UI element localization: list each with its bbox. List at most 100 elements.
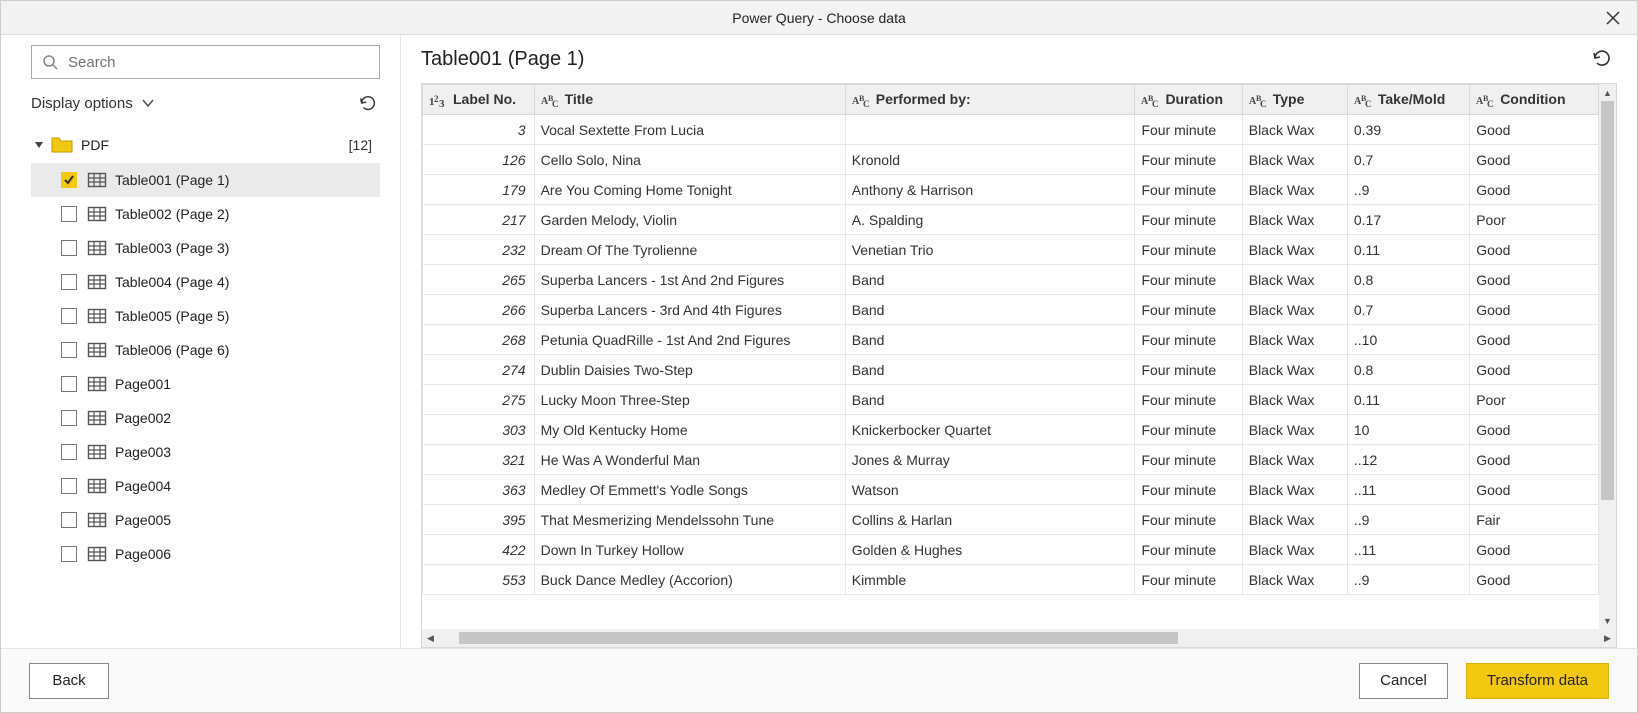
tree-item[interactable]: Table002 (Page 2) <box>31 197 380 231</box>
cell: Jones & Murray <box>845 445 1135 475</box>
cell: Golden & Hughes <box>845 535 1135 565</box>
search-input-wrapper[interactable] <box>31 45 380 79</box>
back-button[interactable]: Back <box>29 663 109 699</box>
table-row[interactable]: 232Dream Of The TyrolienneVenetian TrioF… <box>423 235 1599 265</box>
table-row[interactable]: 126Cello Solo, NinaKronoldFour minuteBla… <box>423 145 1599 175</box>
transform-data-button[interactable]: Transform data <box>1466 663 1609 699</box>
table-row[interactable]: 179Are You Coming Home TonightAnthony & … <box>423 175 1599 205</box>
cell: ..9 <box>1347 505 1469 535</box>
checkbox[interactable] <box>61 274 77 290</box>
checkbox[interactable] <box>61 240 77 256</box>
refresh-preview-button[interactable] <box>1587 43 1617 76</box>
cell: He Was A Wonderful Man <box>534 445 845 475</box>
checkbox[interactable] <box>61 206 77 222</box>
dialog-footer: Back Cancel Transform data <box>1 648 1637 712</box>
cell: Medley Of Emmett's Yodle Songs <box>534 475 845 505</box>
table-row[interactable]: 303My Old Kentucky HomeKnickerbocker Qua… <box>423 415 1599 445</box>
column-header[interactable]: Condition <box>1470 85 1599 115</box>
display-options-dropdown[interactable] <box>139 94 157 112</box>
dialog-window: Power Query - Choose data Display option… <box>0 0 1638 713</box>
cell: Good <box>1470 235 1599 265</box>
cell: 126 <box>423 145 535 175</box>
checkbox[interactable] <box>61 444 77 460</box>
cell: 321 <box>423 445 535 475</box>
table-row[interactable]: 422Down In Turkey HollowGolden & HughesF… <box>423 535 1599 565</box>
text-type-icon <box>1476 94 1496 108</box>
column-header[interactable]: Take/Mold <box>1347 85 1469 115</box>
table-row[interactable]: 321He Was A Wonderful ManJones & MurrayF… <box>423 445 1599 475</box>
cell: Band <box>845 385 1135 415</box>
table-row[interactable]: 274Dublin Daisies Two-StepBandFour minut… <box>423 355 1599 385</box>
cell: 266 <box>423 295 535 325</box>
search-input[interactable] <box>66 53 369 72</box>
cell: Four minute <box>1135 145 1242 175</box>
table-row[interactable]: 217Garden Melody, ViolinA. SpaldingFour … <box>423 205 1599 235</box>
tree-item[interactable]: Page001 <box>31 367 380 401</box>
table-row[interactable]: 266Superba Lancers - 3rd And 4th Figures… <box>423 295 1599 325</box>
table-row[interactable]: 265Superba Lancers - 1st And 2nd Figures… <box>423 265 1599 295</box>
cell: Good <box>1470 265 1599 295</box>
cell: 303 <box>423 415 535 445</box>
tree-item[interactable]: Page003 <box>31 435 380 469</box>
column-header[interactable]: Duration <box>1135 85 1242 115</box>
cell: Black Wax <box>1242 115 1347 145</box>
tree-item[interactable]: Table001 (Page 1) <box>31 163 380 197</box>
cell: Good <box>1470 115 1599 145</box>
cell: Kimmble <box>845 565 1135 595</box>
scroll-up-icon: ▲ <box>1599 84 1616 101</box>
table-icon <box>87 409 107 427</box>
tree-item[interactable]: Table004 (Page 4) <box>31 265 380 299</box>
cell: Good <box>1470 445 1599 475</box>
preview-pane: Table001 (Page 1) Label No.TitlePerforme… <box>401 35 1637 648</box>
cell: My Old Kentucky Home <box>534 415 845 445</box>
table-row[interactable]: 275Lucky Moon Three-StepBandFour minuteB… <box>423 385 1599 415</box>
column-header[interactable]: Type <box>1242 85 1347 115</box>
checkbox[interactable] <box>61 172 77 188</box>
table-row[interactable]: 363Medley Of Emmett's Yodle SongsWatsonF… <box>423 475 1599 505</box>
table-icon <box>87 307 107 325</box>
cell: Good <box>1470 565 1599 595</box>
table-row[interactable]: 395That Mesmerizing Mendelssohn TuneColl… <box>423 505 1599 535</box>
tree-root-pdf[interactable]: PDF [12] <box>31 129 380 161</box>
table-icon <box>87 375 107 393</box>
cell: Black Wax <box>1242 415 1347 445</box>
checkbox[interactable] <box>61 342 77 358</box>
tree-item[interactable]: Page002 <box>31 401 380 435</box>
tree-item[interactable]: Page004 <box>31 469 380 503</box>
refresh-navigator-button[interactable] <box>356 91 380 115</box>
cancel-button[interactable]: Cancel <box>1359 663 1448 699</box>
table-row[interactable]: 3Vocal Sextette From LuciaFour minuteBla… <box>423 115 1599 145</box>
tree-item[interactable]: Page006 <box>31 537 380 571</box>
cell: Black Wax <box>1242 355 1347 385</box>
horizontal-scrollbar[interactable]: ◀ ▶ <box>422 629 1616 647</box>
table-icon <box>87 273 107 291</box>
tree-item[interactable]: Page005 <box>31 503 380 537</box>
cell: 3 <box>423 115 535 145</box>
column-name: Label No. <box>453 91 516 107</box>
scrollbar-thumb[interactable] <box>459 632 1178 644</box>
tree-item[interactable]: Table005 (Page 5) <box>31 299 380 333</box>
tree-item[interactable]: Table006 (Page 6) <box>31 333 380 367</box>
text-type-icon <box>1141 94 1161 108</box>
checkbox[interactable] <box>61 376 77 392</box>
close-button[interactable] <box>1599 4 1627 32</box>
table-row[interactable]: 553Buck Dance Medley (Accorion)KimmbleFo… <box>423 565 1599 595</box>
checkbox[interactable] <box>61 308 77 324</box>
column-header[interactable]: Performed by: <box>845 85 1135 115</box>
column-header[interactable]: Label No. <box>423 85 535 115</box>
checkbox[interactable] <box>61 512 77 528</box>
table-icon <box>87 511 107 529</box>
checkbox[interactable] <box>61 478 77 494</box>
table-row[interactable]: 268Petunia QuadRille - 1st And 2nd Figur… <box>423 325 1599 355</box>
table-icon <box>87 171 107 189</box>
cell: Buck Dance Medley (Accorion) <box>534 565 845 595</box>
cell: Black Wax <box>1242 535 1347 565</box>
cell: Poor <box>1470 205 1599 235</box>
column-header[interactable]: Title <box>534 85 845 115</box>
scrollbar-thumb[interactable] <box>1601 101 1614 500</box>
vertical-scrollbar[interactable]: ▲ ▼ <box>1599 84 1616 629</box>
cell: 0.8 <box>1347 355 1469 385</box>
tree-item[interactable]: Table003 (Page 3) <box>31 231 380 265</box>
checkbox[interactable] <box>61 410 77 426</box>
checkbox[interactable] <box>61 546 77 562</box>
